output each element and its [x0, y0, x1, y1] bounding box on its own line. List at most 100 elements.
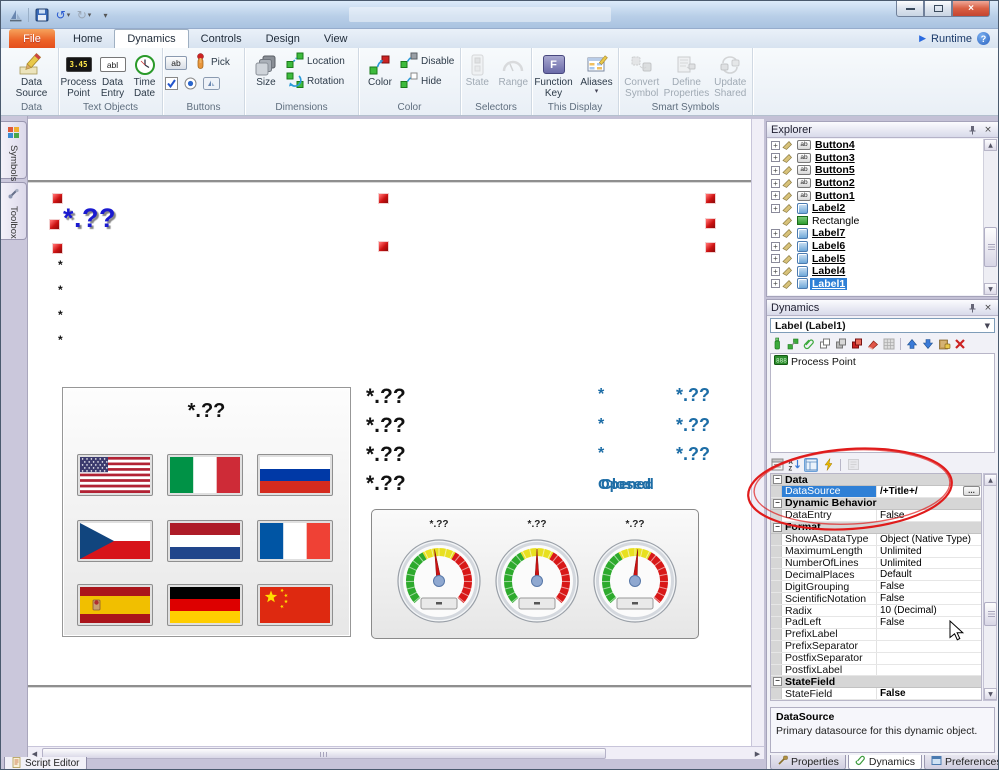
copy-color-icon[interactable] [850, 337, 864, 351]
property-value[interactable]: Default [876, 569, 981, 580]
erase-icon[interactable] [866, 337, 880, 351]
property-value[interactable]: Unlimited [876, 546, 981, 557]
property-category-statefield[interactable]: −StateField [771, 676, 981, 688]
flag-button-germany[interactable] [167, 584, 243, 626]
redo-button[interactable]: ↻▾ [76, 6, 92, 24]
tab-preferences[interactable]: Preferences [924, 755, 999, 770]
process-point-placeholder[interactable]: *.?? [366, 414, 406, 438]
explorer-item-label4[interactable]: +Label4 [768, 265, 983, 278]
label-placeholder-star[interactable]: * [58, 258, 63, 272]
tab-design[interactable]: Design [254, 29, 312, 48]
property-value[interactable] [876, 629, 981, 640]
scroll-up-icon[interactable]: ▲ [984, 474, 997, 486]
blue-star-placeholder[interactable]: * [598, 445, 604, 463]
tab-dynamics[interactable]: Dynamics [114, 29, 188, 48]
process-point-placeholder[interactable]: *.?? [366, 385, 406, 409]
blue-star-placeholder[interactable]: * [598, 416, 604, 434]
aliases-dropdown-icon[interactable]: ▾ [595, 89, 599, 94]
property-row-showasdatatype[interactable]: ShowAsDataTypeObject (Native Type) [771, 534, 981, 546]
ribbon-options-icon[interactable]: ▾ [97, 6, 113, 24]
property-category-data[interactable]: −Data [771, 474, 981, 486]
copy-object-icon[interactable] [818, 337, 832, 351]
rotation-button[interactable]: Rotation [286, 73, 345, 89]
flag-button-netherlands[interactable] [167, 520, 243, 562]
ellipsis-button[interactable]: ... [963, 486, 980, 496]
size-button[interactable]: Size [247, 50, 285, 89]
maximize-button[interactable] [924, 1, 952, 17]
canvas-horizontal-scrollbar[interactable]: ◀ ▶ [28, 746, 764, 759]
blue-value-placeholder[interactable]: *.?? [676, 444, 710, 465]
gauge-2[interactable] [493, 536, 581, 633]
label-placeholder-star[interactable]: * [58, 283, 63, 297]
pin-icon[interactable] [966, 302, 978, 314]
property-value[interactable]: False [876, 581, 981, 592]
checkbox-button[interactable] [165, 77, 178, 93]
explorer-item-button3[interactable]: +abButton3 [768, 152, 983, 165]
tab-view[interactable]: View [312, 29, 360, 48]
selection-handle[interactable] [53, 244, 62, 253]
expand-icon[interactable]: + [771, 166, 780, 175]
copy-gray-icon[interactable] [834, 337, 848, 351]
lock-icon[interactable] [937, 337, 951, 351]
expand-icon[interactable]: + [771, 242, 780, 251]
location-button[interactable]: Location [286, 53, 345, 69]
state-text-closed[interactable]: Closed [601, 476, 651, 493]
blue-value-placeholder[interactable]: *.?? [676, 415, 710, 436]
property-value[interactable]: 10 (Decimal) [876, 605, 981, 616]
tab-home[interactable]: Home [61, 29, 114, 48]
animations-list[interactable]: 888 Process Point [770, 353, 995, 453]
app-logo-icon[interactable] [7, 6, 23, 24]
hide-button[interactable]: Hide [400, 73, 454, 89]
property-value[interactable] [876, 653, 981, 664]
move-up-icon[interactable] [905, 337, 919, 351]
expand-icon[interactable]: + [771, 153, 780, 162]
function-key-button[interactable]: F Function Key [534, 50, 573, 99]
property-category-format[interactable]: −Format [771, 522, 981, 534]
explorer-item-label7[interactable]: +Label7 [768, 227, 983, 240]
sort-alphabetical-icon[interactable]: AZ [787, 458, 801, 472]
selection-handle[interactable] [706, 219, 715, 228]
add-dynamic-icon[interactable] [770, 337, 784, 351]
flag-button-spain[interactable] [77, 584, 153, 626]
push-button[interactable]: ab [165, 56, 187, 70]
close-panel-icon[interactable]: × [982, 302, 994, 314]
property-row-prefixlabel[interactable]: PrefixLabel [771, 629, 981, 641]
flag-button-czech-republic[interactable] [77, 520, 153, 562]
canvas-vertical-scrollbar[interactable] [751, 119, 764, 746]
separator-line-top[interactable] [28, 180, 751, 182]
property-value[interactable] [876, 641, 981, 652]
property-row-radix[interactable]: Radix10 (Decimal) [771, 605, 981, 617]
property-row-prefixseparator[interactable]: PrefixSeparator [771, 641, 981, 653]
scrollbar-thumb[interactable] [42, 748, 606, 759]
scrollbar-thumb[interactable] [984, 602, 997, 626]
link-icon[interactable] [786, 337, 800, 351]
categorized-icon[interactable] [770, 458, 784, 472]
explorer-item-rectangle[interactable]: Rectangle [768, 215, 983, 228]
property-row-dataentry[interactable]: DataEntryFalse [771, 510, 981, 522]
selection-handle[interactable] [50, 220, 59, 229]
property-grid-scrollbar[interactable]: ▲ ▼ [983, 473, 997, 701]
explorer-scrollbar[interactable]: ▲ ▼ [983, 139, 997, 295]
property-row-datasource[interactable]: DataSource/+Title+/... [771, 486, 981, 498]
explorer-item-label1[interactable]: +Label1 [768, 278, 983, 291]
pick-button[interactable]: Pick [193, 53, 230, 73]
explorer-item-button2[interactable]: +abButton2 [768, 177, 983, 190]
explorer-item-label5[interactable]: +Label5 [768, 252, 983, 265]
save-button[interactable] [34, 6, 50, 24]
process-point-placeholder[interactable]: *.?? [366, 472, 406, 496]
blue-star-placeholder[interactable]: * [598, 386, 604, 404]
attach-icon[interactable] [802, 337, 816, 351]
data-source-button[interactable]: Data Source [8, 50, 56, 99]
scroll-down-icon[interactable]: ▼ [984, 283, 997, 295]
label-placeholder-star[interactable]: * [58, 333, 63, 347]
scroll-right-icon[interactable]: ▶ [751, 748, 764, 759]
flag-button-united-states[interactable] [77, 454, 153, 496]
process-point-placeholder[interactable]: *.?? [366, 443, 406, 467]
selection-handle[interactable] [53, 194, 62, 203]
selection-handle[interactable] [706, 194, 715, 203]
process-point-button[interactable]: 3.45 Process Point [61, 50, 96, 99]
property-row-decimalplaces[interactable]: DecimalPlacesDefault [771, 569, 981, 581]
flags-panel[interactable]: *.?? [62, 387, 351, 637]
aliases-button[interactable]: Aliases ▾ [577, 50, 616, 94]
undo-button[interactable]: ↺▾ [55, 6, 71, 24]
